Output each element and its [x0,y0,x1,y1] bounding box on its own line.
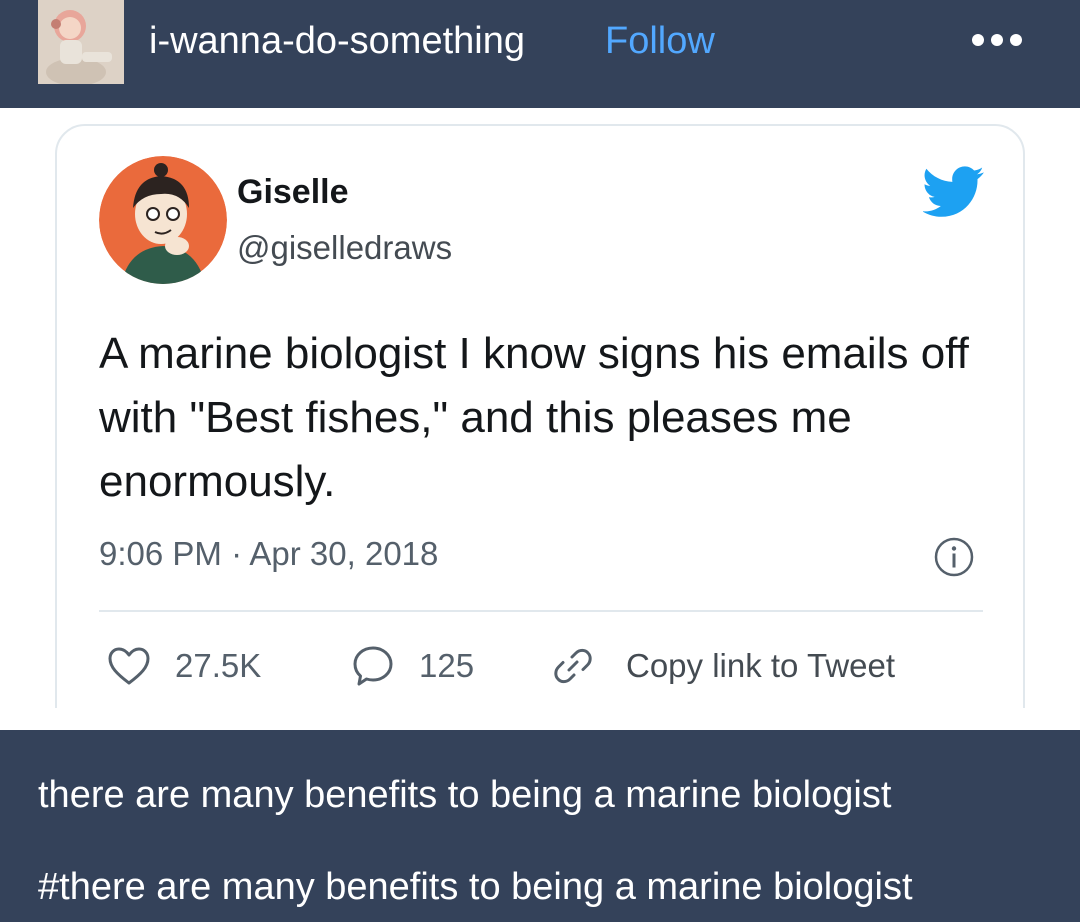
like-button[interactable]: 27.5K [107,636,261,696]
author-handle[interactable]: @giselledraws [237,228,452,268]
divider [99,610,983,612]
info-icon[interactable] [933,536,975,578]
link-icon [554,648,592,684]
post-header: i-wanna-do-something Follow [0,0,1080,108]
ellipsis-icon[interactable] [972,28,1022,52]
more-dot [1010,34,1022,46]
blog-name[interactable]: i-wanna-do-something [149,18,525,64]
blog-avatar[interactable] [38,0,124,84]
post-tag[interactable]: #there are many benefits to being a mari… [38,864,913,910]
follow-button[interactable]: Follow [605,18,715,64]
copy-link-label: Copy link to Tweet [626,647,896,684]
author-name[interactable]: Giselle [237,172,349,212]
post-body: Giselle @giselledraws A marine biologist… [0,108,1080,730]
tweet-text: A marine biologist I know signs his emai… [99,329,969,506]
copy-link-button[interactable]: Copy link to Tweet [550,636,895,696]
more-dot [991,34,1003,46]
more-dot [972,34,984,46]
post-body-bottom [0,708,1080,730]
tweet-actions: 27.5K 125 Copy link to Tweet [57,636,1027,696]
author-avatar[interactable] [99,156,227,284]
like-count: 27.5K [175,647,262,684]
tweet-timestamp[interactable]: 9:06 PM · Apr 30, 2018 [99,534,438,574]
twitter-bird-icon[interactable] [923,166,985,218]
reply-count: 125 [419,647,475,684]
heart-icon [108,647,150,685]
post-caption: there are many benefits to being a marin… [38,774,892,816]
reply-button[interactable]: 125 [351,636,474,696]
comment-icon [353,646,393,686]
tweet-card[interactable]: Giselle @giselledraws A marine biologist… [55,124,1025,730]
